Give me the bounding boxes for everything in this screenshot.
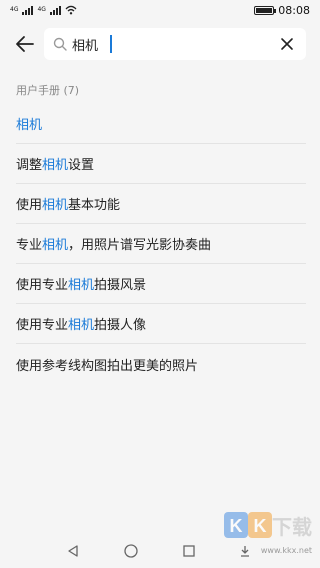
result-text: 基本功能 bbox=[68, 198, 121, 213]
sim1-network-label: 4G bbox=[10, 6, 19, 13]
result-text: 使用专业 bbox=[16, 278, 69, 293]
search-icon bbox=[53, 37, 67, 51]
result-text: 专业 bbox=[16, 238, 43, 253]
highlighted-keyword: 相机 bbox=[42, 238, 69, 253]
signal-strength-icon-2 bbox=[49, 5, 61, 15]
sim2-network-label: 4G bbox=[37, 6, 46, 13]
result-item[interactable]: 使用专业 相机 拍摄人像 bbox=[16, 304, 306, 344]
signal-area: 4G 4G bbox=[10, 5, 77, 15]
result-item[interactable]: 使用参考线构图拍出更美的照片 bbox=[16, 344, 306, 384]
highlighted-keyword: 相机 bbox=[16, 118, 43, 133]
back-button[interactable] bbox=[8, 28, 42, 60]
svg-text:K: K bbox=[254, 516, 267, 536]
result-text: 拍摄人像 bbox=[94, 318, 147, 333]
status-bar: 4G 4G 08:08 bbox=[0, 0, 320, 20]
clock: 08:08 bbox=[278, 3, 310, 17]
highlighted-keyword: 相机 bbox=[68, 318, 95, 333]
status-right: 08:08 bbox=[254, 4, 310, 17]
watermark-site: www.kkx.net bbox=[260, 546, 312, 555]
nav-back-button[interactable] bbox=[62, 540, 84, 562]
result-item[interactable]: 使用 相机 基本功能 bbox=[16, 184, 306, 224]
section-title: 用户手册 (7) bbox=[16, 84, 80, 97]
result-item[interactable]: 使用专业 相机 拍摄风景 bbox=[16, 264, 306, 304]
clear-button[interactable] bbox=[274, 32, 300, 56]
text-cursor bbox=[110, 35, 112, 53]
battery-icon bbox=[254, 5, 277, 15]
result-item[interactable]: 相机 bbox=[16, 104, 306, 144]
close-icon bbox=[281, 38, 293, 50]
highlighted-keyword: 相机 bbox=[42, 158, 69, 173]
search-header bbox=[0, 24, 320, 64]
highlighted-keyword: 相机 bbox=[42, 198, 69, 213]
result-text: ，用照片谱写光影协奏曲 bbox=[68, 238, 212, 253]
arrow-left-icon bbox=[16, 36, 34, 52]
result-item[interactable]: 专业 相机 ，用照片谱写光影协奏曲 bbox=[16, 224, 306, 264]
search-input[interactable] bbox=[72, 28, 142, 60]
result-text: 使用参考线构图拍出更美的照片 bbox=[16, 358, 199, 374]
result-text: 调整 bbox=[16, 158, 43, 173]
svg-text:K: K bbox=[230, 516, 243, 536]
search-box[interactable] bbox=[44, 28, 306, 60]
result-text: 使用专业 bbox=[16, 318, 69, 333]
nav-home-button[interactable] bbox=[120, 540, 142, 562]
kk-download-watermark-logo: K K 下载 bbox=[224, 512, 312, 539]
result-text: 拍摄风景 bbox=[94, 278, 147, 293]
nav-recents-button[interactable] bbox=[178, 540, 200, 562]
result-item[interactable]: 调整 相机 设置 bbox=[16, 144, 306, 184]
triangle-back-icon bbox=[68, 545, 78, 557]
result-text: 使用 bbox=[16, 198, 43, 213]
signal-strength-icon bbox=[22, 5, 34, 15]
results-list: 相机 调整 相机 设置 使用 相机 基本功能 专业 相机 ，用照片谱写光影协奏曲 使用专业 相机 拍摄风… bbox=[0, 104, 320, 384]
highlighted-keyword: 相机 bbox=[68, 278, 95, 293]
square-recents-icon bbox=[183, 545, 195, 557]
result-text: 设置 bbox=[68, 158, 95, 173]
svg-text:下载: 下载 bbox=[272, 515, 312, 539]
circle-home-icon bbox=[124, 544, 138, 558]
wifi-icon bbox=[65, 5, 77, 15]
